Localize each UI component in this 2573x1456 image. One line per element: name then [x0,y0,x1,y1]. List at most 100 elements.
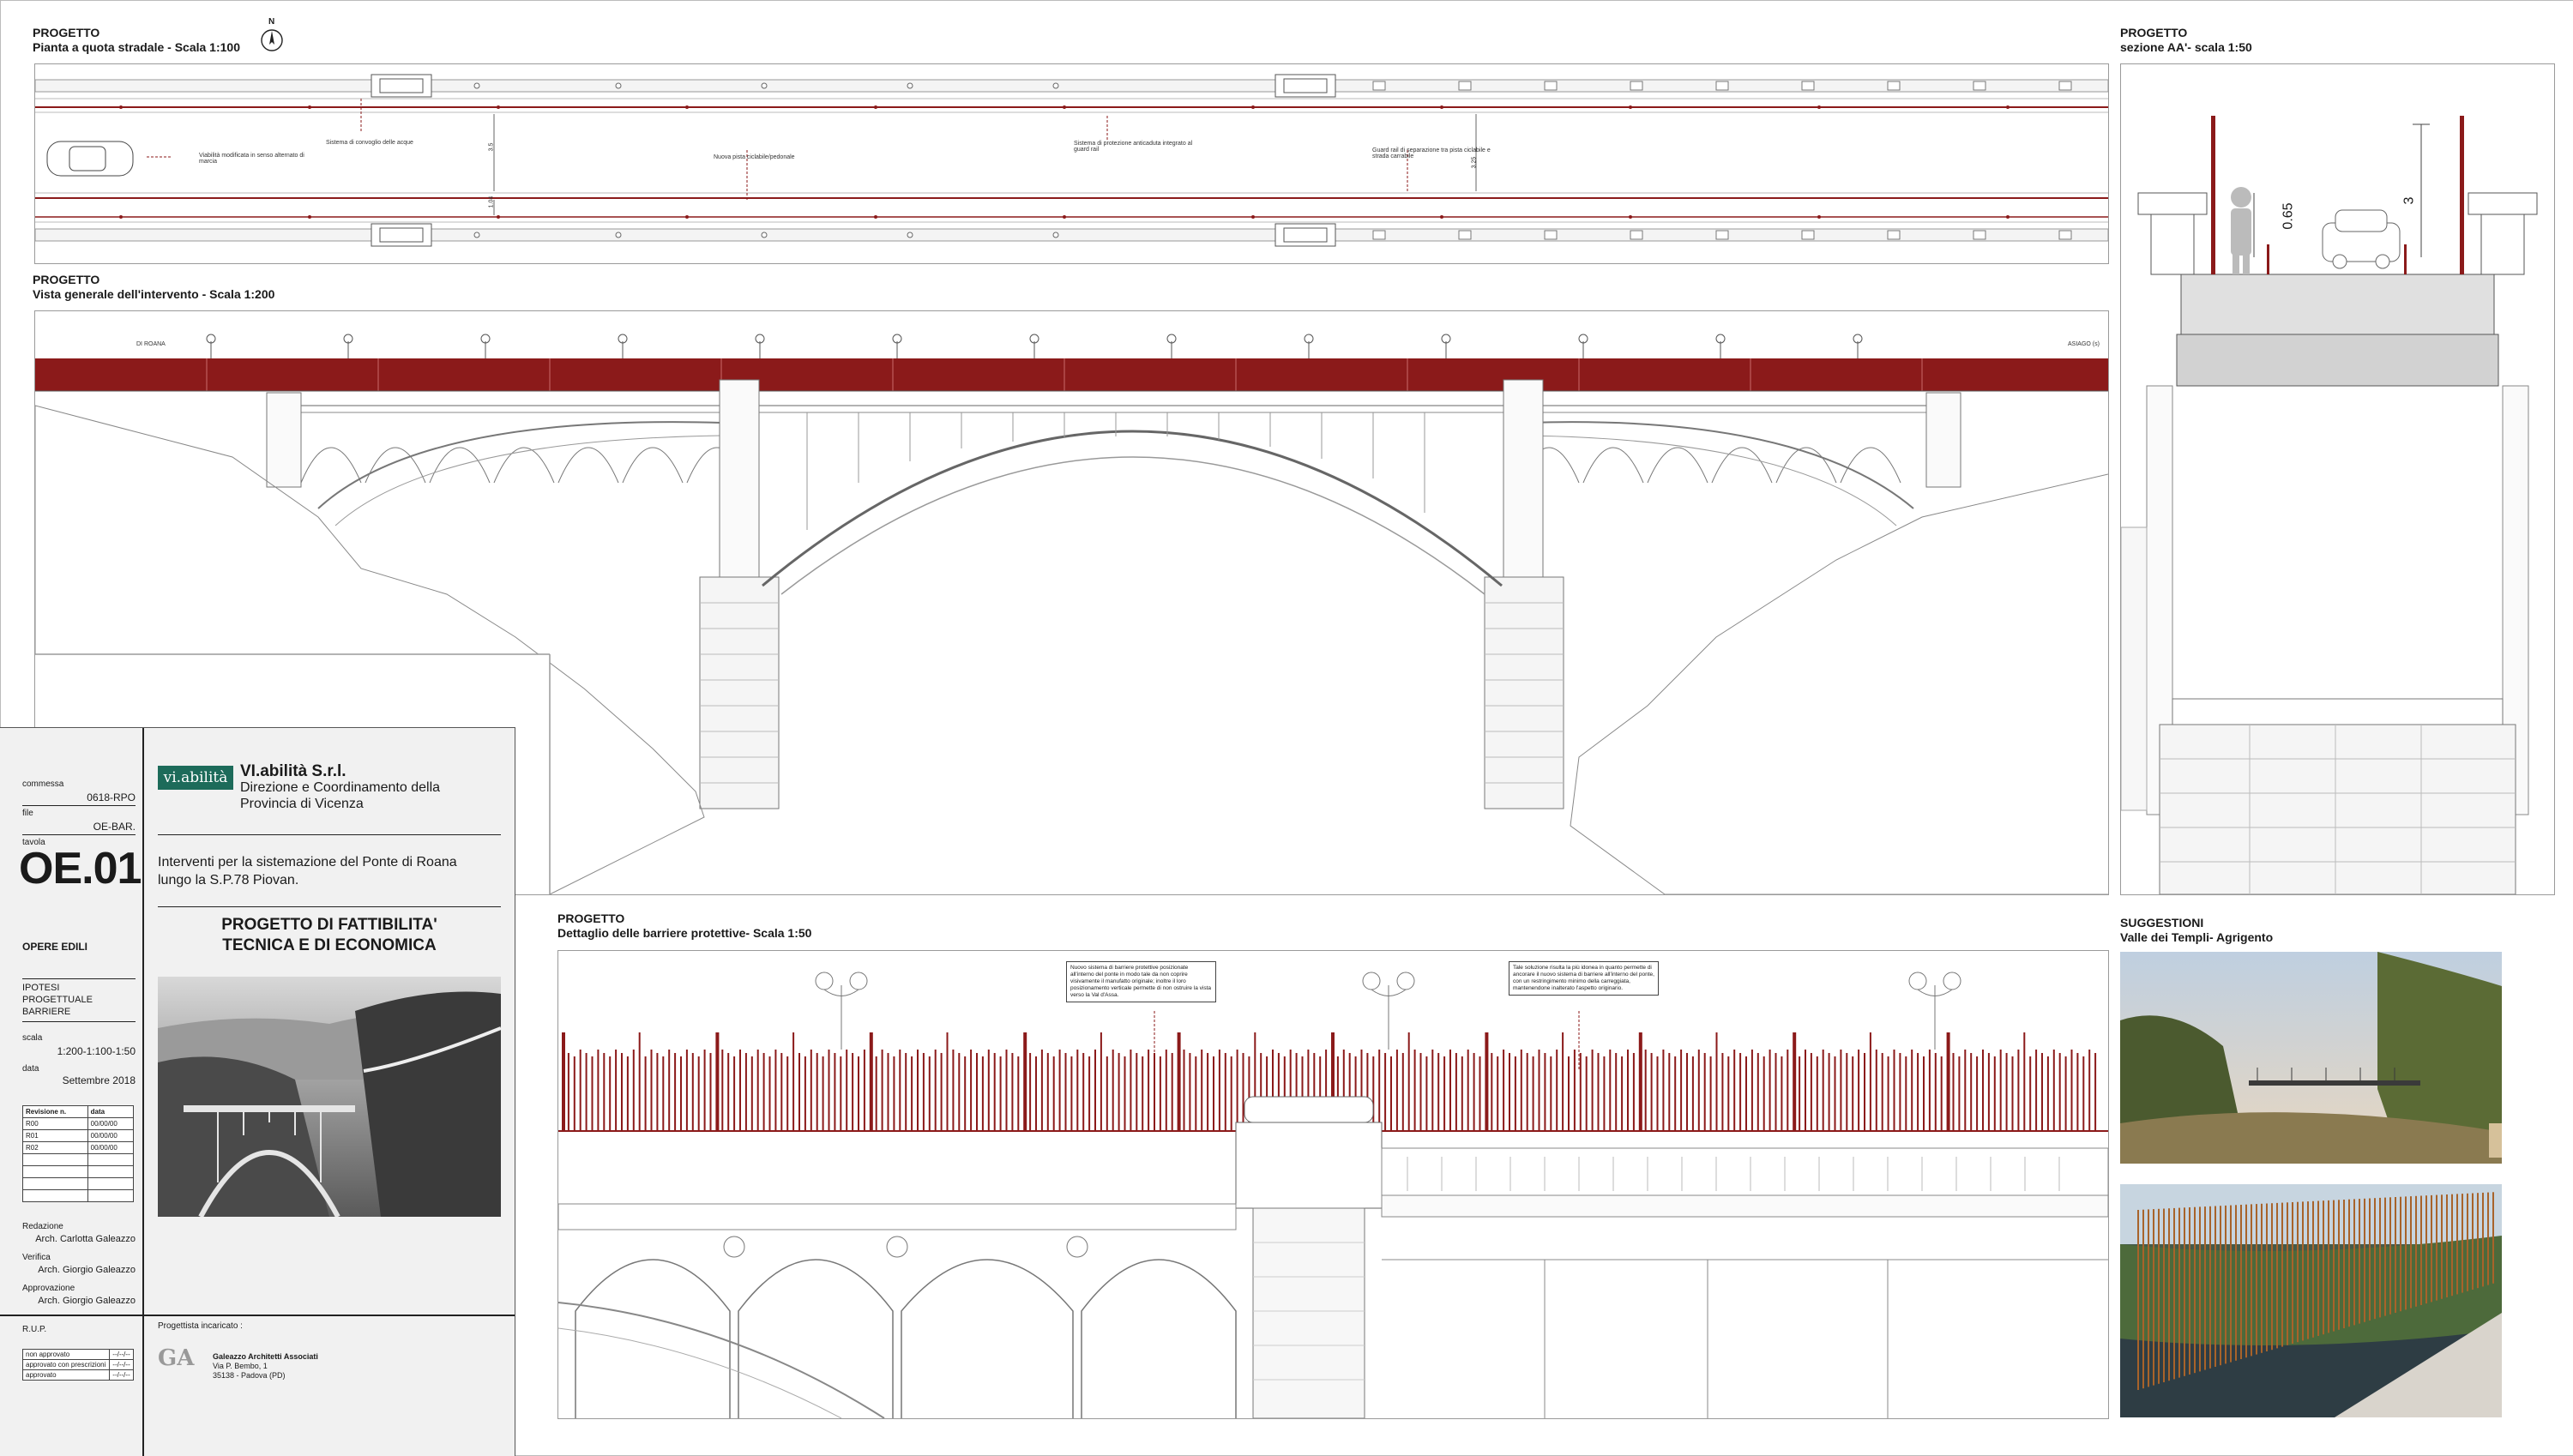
barrier-rod [1064,1053,1067,1131]
barrier-rod [1597,1053,1600,1131]
barrier-rod [981,1056,984,1131]
barrier-rod [887,1053,889,1131]
photo-rod [2225,1205,2227,1364]
photo-rod [2312,1200,2314,1338]
barrier-rod [650,1050,653,1131]
barrier-rod [922,1053,925,1131]
photo-rod [2456,1194,2458,1295]
barrier-rod [727,1053,730,1131]
barrier-rod [573,1056,575,1131]
photo-rod [2333,1200,2335,1332]
barrier-rod [1893,1050,1895,1131]
barrier-rod [1691,1056,1694,1131]
photo-rod [2199,1206,2201,1372]
photo-rod [2271,1203,2273,1351]
barrier-rod [1425,1056,1428,1131]
suggestion-photo-bridge [2120,952,2502,1164]
barrier-rod [579,1050,581,1131]
barrier-rod [1455,1053,1457,1131]
photo-rod [2178,1207,2180,1378]
barrier-rod [709,1053,712,1131]
barrier-rod [1088,1056,1091,1131]
barrier-rod [881,1050,883,1131]
barrier-rod [964,1056,967,1131]
barrier-rod [768,1056,771,1131]
barrier-rod [2017,1050,2020,1131]
barrier-rod [1384,1053,1387,1131]
barrier-rod [1686,1053,1688,1131]
barrier-rod [1076,1050,1079,1131]
barrier-rod [1644,1050,1647,1131]
barrier-rod [846,1050,848,1131]
barrier-rod [656,1053,659,1131]
barrier-rod [1550,1056,1552,1131]
data-label: data [22,1064,39,1074]
barrier-rod [1142,1056,1144,1131]
tavola-value: OE.01 [19,844,142,893]
barrier-rod [739,1050,741,1131]
photo-rod [2420,1195,2422,1305]
scala-value: 1:200-1:100-1:50 [57,1045,136,1057]
barrier-rod [1846,1053,1848,1131]
north-arrow-icon: N [259,17,285,51]
barrier-rod [1437,1053,1440,1131]
barrier-rod [987,1050,990,1131]
barrier-rod [1615,1053,1618,1131]
barrier-rod [1940,1056,1943,1131]
barrier-rod [905,1053,907,1131]
barrier-rod [1899,1053,1901,1131]
title-block-project: vi.abilità VI.abilità S.r.l. Direzione e… [142,728,515,1456]
barrier-rod [1236,1050,1238,1131]
plan-dim-1: 3.5 [488,142,495,152]
barrier-rod [1372,1056,1375,1131]
verifica-value: Arch. Giorgio Galeazzo [38,1265,136,1275]
barrier-rod [934,1050,937,1131]
photo-rod [2353,1199,2355,1326]
barrier-rod [644,1056,647,1131]
barrier-rod [1858,1050,1860,1131]
barrier-rod [911,1056,913,1131]
barrier-rod [1928,1050,1931,1131]
barrier-rod [875,1056,877,1131]
section-dim-2: 3 [2401,196,2417,205]
scala-label: scala [22,1033,43,1043]
photo-rod [2410,1196,2412,1309]
photo-rod [2184,1207,2185,1376]
barrier-rod [591,1056,594,1131]
company-name: VI.abilità S.r.l. [240,762,346,780]
barrier-rod [1395,1050,1398,1131]
barrier-rod [662,1056,665,1131]
barrier-rod [2064,1056,2067,1131]
barrier-rod [750,1056,753,1131]
barrier-rod [1739,1053,1742,1131]
barrier-rod [2023,1032,2026,1131]
photo-rod [2415,1195,2417,1307]
barrier-rod [1799,1056,1801,1131]
barrier-rod [609,1056,612,1131]
barrier-rod [840,1056,842,1131]
barrier-rod [1603,1056,1606,1131]
barrier-rod [1881,1053,1883,1131]
redazione-label: Redazione [22,1222,63,1231]
detail-panel-label: PROGETTO Dettaglio delle barriere protet… [557,912,812,940]
barrier-rod [993,1053,996,1131]
photo-rod [2276,1202,2278,1349]
detail-note-1: Nuovo sistema di barriere protettive pos… [1066,961,1216,1002]
photo-rod [2287,1202,2288,1345]
barrier-rod [1532,1056,1534,1131]
barrier-rod [1242,1053,1244,1131]
photo-rod [2436,1194,2437,1301]
barrier-rod [691,1053,694,1131]
barrier-rod [1461,1056,1463,1131]
barrier-rod [2046,1056,2049,1131]
photo-rod [2462,1194,2463,1293]
photo-rod [2425,1195,2427,1304]
project-description: Interventi per la sistemazione del Ponte… [158,855,457,887]
barrier-rod [1793,1032,1797,1131]
verifica-label: Verifica [22,1253,51,1262]
barrier-rod [1058,1050,1061,1131]
photo-rod [2307,1201,2309,1339]
file-label: file [22,809,33,818]
barrier-rod [1911,1050,1913,1131]
approvazione-value: Arch. Giorgio Galeazzo [38,1296,136,1306]
